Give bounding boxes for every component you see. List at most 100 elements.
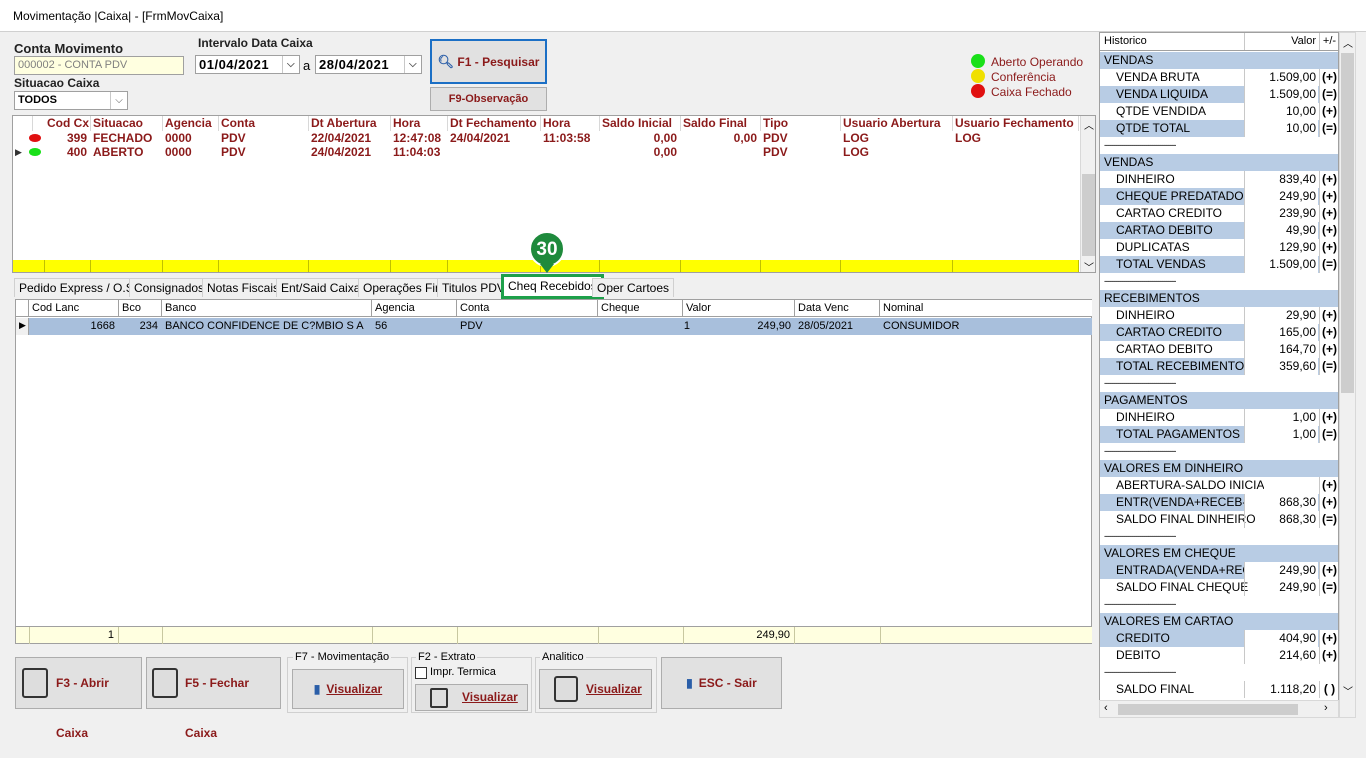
col-cheque[interactable]: Cheque [598,300,683,317]
scroll-thumb[interactable] [1341,53,1354,393]
chevron-down-icon[interactable]: ⌵ [282,56,299,73]
tab-consignados[interactable]: Consignados [129,278,210,297]
tab-ent-said-caixa[interactable]: Ent/Said Caixa [276,278,366,297]
historico-row[interactable]: DINHEIRO 839,40 (+) [1100,171,1338,188]
historico-row[interactable]: DUPLICATAS 129,90 (+) [1100,239,1338,256]
historico-row[interactable]: TOTAL RECEBIMENTOS 359,60 (=) [1100,358,1338,375]
table-row[interactable]: ▶ 400 ABERTO 0000 PDV 24/04/2021 11:04:0… [13,145,1079,159]
col-situacao[interactable]: Situacao [91,116,163,131]
data-fim-picker[interactable]: 28/04/2021 ⌵ [315,55,422,74]
col-conta[interactable]: Conta [457,300,598,317]
col-agencia[interactable]: Agencia [163,116,219,131]
chevron-right-icon[interactable]: › [1324,702,1328,714]
historico-row[interactable]: CARTAO CREDITO 165,00 (+) [1100,324,1338,341]
col-valor[interactable]: Valor [1244,33,1318,50]
col-cod-cx[interactable]: Cod Cx [45,116,91,131]
tab-operacoes-fin[interactable]: Operações Fin [358,278,447,297]
tab-pedido-express[interactable]: Pedido Express / O.S [14,278,139,297]
historico-label: CARTAO DEBITO [1116,342,1213,356]
chevron-down-icon[interactable]: ⌵ [404,56,421,73]
data-inicio-picker[interactable]: 01/04/2021 ⌵ [195,55,300,74]
pesquisar-button[interactable]: 🔍︎ F1 - Pesquisar [430,39,547,84]
col-agencia[interactable]: Agencia [372,300,457,317]
cell-conta: PDV [460,320,483,332]
col-sinal[interactable]: +/- [1319,33,1338,50]
impr-termica-checkbox[interactable] [415,667,427,679]
window-title: Movimentação |Caixa| - [FrmMovCaixa] [13,9,224,23]
abrir-caixa-button[interactable]: F3 - Abrir Caixa [15,657,142,740]
chevron-down-icon[interactable]: ﹀ [1084,259,1094,272]
fechar-caixa-button[interactable]: F5 - Fechar Caixa [146,657,281,740]
col-tipo[interactable]: Tipo [761,116,841,131]
historico-row[interactable]: ENTRADA(VENDA+RECEE 249,90 (+) [1100,562,1338,579]
col-usuario-fechamento[interactable]: Usuario Fechamento [953,116,1079,131]
scroll-thumb[interactable] [1082,174,1095,256]
historico-row[interactable]: QTDE TOTAL 10,00 (=) [1100,120,1338,137]
sair-button[interactable]: ▮ ESC - Sair [661,657,782,709]
historico-row[interactable]: CARTAO CREDITO 239,90 (+) [1100,205,1338,222]
col-bco[interactable]: Bco [119,300,162,317]
historico-row[interactable]: DEBITO 214,60 (+) [1100,647,1338,664]
historico-row[interactable]: DINHEIRO 1,00 (+) [1100,409,1338,426]
scroll-thumb[interactable] [1118,704,1298,715]
tab-cheq-recebidos[interactable]: Cheq Recebidos [501,274,604,299]
analitico-visualizar-button[interactable]: Visualizar [539,669,652,709]
col-usuario-abertura[interactable]: Usuario Abertura [841,116,953,131]
tab-oper-cartoes[interactable]: Oper Cartoes [592,278,675,297]
col-historico[interactable]: Historico [1104,33,1147,50]
situacao-select[interactable]: TODOS ⌵ [14,91,128,110]
caixa-grid-scrollbar[interactable]: ︿ ﹀ [1080,116,1095,272]
historico-panel[interactable]: Historico Valor +/- VENDAS VENDA BRUTA 1.5… [1099,32,1339,718]
historico-row[interactable]: SALDO FINAL CHEQUE 249,90 (=) [1100,579,1338,596]
observacao-button[interactable]: F9-Observação [430,87,547,111]
historico-row[interactable]: QTDE VENDIDA 10,00 (+) [1100,103,1338,120]
historico-row[interactable]: CARTAO DEBITO 164,70 (+) [1100,341,1338,358]
historico-row[interactable]: CHEQUE PREDATADO 249,90 (+) [1100,188,1338,205]
col-dt-abertura[interactable]: Dt Abertura [309,116,391,131]
col-dt-fechamento[interactable]: Dt Fechamento [448,116,541,131]
table-row[interactable]: 399 FECHADO 0000 PDV 22/04/2021 12:47:08… [13,131,1079,145]
historico-row[interactable]: TOTAL PAGAMENTOS 1,00 (=) [1100,426,1338,443]
col-saldo-inicial[interactable]: Saldo Inicial [600,116,681,131]
col-data-venc[interactable]: Data Venc [795,300,880,317]
historico-row[interactable]: CREDITO 404,90 (+) [1100,630,1338,647]
movimentacao-visualizar-button[interactable]: ▮ Visualizar [292,669,404,709]
historico-row[interactable]: TOTAL VENDAS 1.509,00 (=) [1100,256,1338,273]
cheque-grid[interactable]: Cod Lanc Bco Banco Agencia Conta Cheque … [15,299,1092,644]
col-hora-fechamento[interactable]: Hora [541,116,600,131]
historico-row[interactable]: DINHEIRO 29,90 (+) [1100,307,1338,324]
tab-titulos-pdv[interactable]: Titulos PDV [437,278,510,297]
col-saldo-final[interactable]: Saldo Final [681,116,761,131]
historico-label: VALORES EM CARTAO [1104,614,1234,628]
col-banco[interactable]: Banco [162,300,372,317]
cell-dt-abertura: 22/04/2021 [311,131,372,145]
chevron-left-icon[interactable]: ‹ [1104,702,1108,714]
conta-input[interactable]: 000002 - CONTA PDV [14,56,184,75]
col-nominal[interactable]: Nominal [880,300,1092,317]
col-cod-lanc[interactable]: Cod Lanc [29,300,119,317]
historico-sinal: (=) [1319,511,1338,528]
historico-row[interactable]: VENDA BRUTA 1.509,00 (+) [1100,69,1338,86]
chevron-down-icon[interactable]: ⌵ [110,92,127,109]
historico-sinal: (+) [1319,205,1338,222]
historico-label: ------------------------------------ [1104,667,1176,677]
col-conta[interactable]: Conta [219,116,309,131]
chevron-up-icon[interactable]: ︿ [1343,35,1353,50]
historico-row[interactable]: ABERTURA-SALDO INICIA (+) [1100,477,1338,494]
col-hora-abertura[interactable]: Hora [391,116,448,131]
historico-scrollbar[interactable]: ︿ ﹀ [1339,32,1356,718]
table-row[interactable]: 1668 234 BANCO CONFIDENCE DE C?MBIO S A … [29,318,1092,335]
situacao-label: Situacao Caixa [14,76,100,90]
chevron-down-icon[interactable]: ﹀ [1343,683,1353,698]
historico-row[interactable]: VENDA LIQUIDA 1.509,00 (=) [1100,86,1338,103]
historico-row[interactable]: CARTAO DEBITO 49,90 (+) [1100,222,1338,239]
chevron-up-icon[interactable]: ︿ [1084,117,1094,132]
extrato-visualizar-button[interactable]: Visualizar [415,684,528,711]
historico-row[interactable]: SALDO FINAL 1.118,20( ) [1100,681,1338,698]
historico-row[interactable]: ENTR(VENDA+RECEB-PG 868,30 (+) [1100,494,1338,511]
historico-row[interactable]: SALDO FINAL DINHEIRO 868,30 (=) [1100,511,1338,528]
historico-label: PAGAMENTOS [1104,393,1188,407]
historico-hscrollbar[interactable]: ‹ › [1099,700,1339,718]
tab-notas-fiscais[interactable]: Notas Fiscais [202,278,285,297]
col-valor[interactable]: Valor [683,300,795,317]
